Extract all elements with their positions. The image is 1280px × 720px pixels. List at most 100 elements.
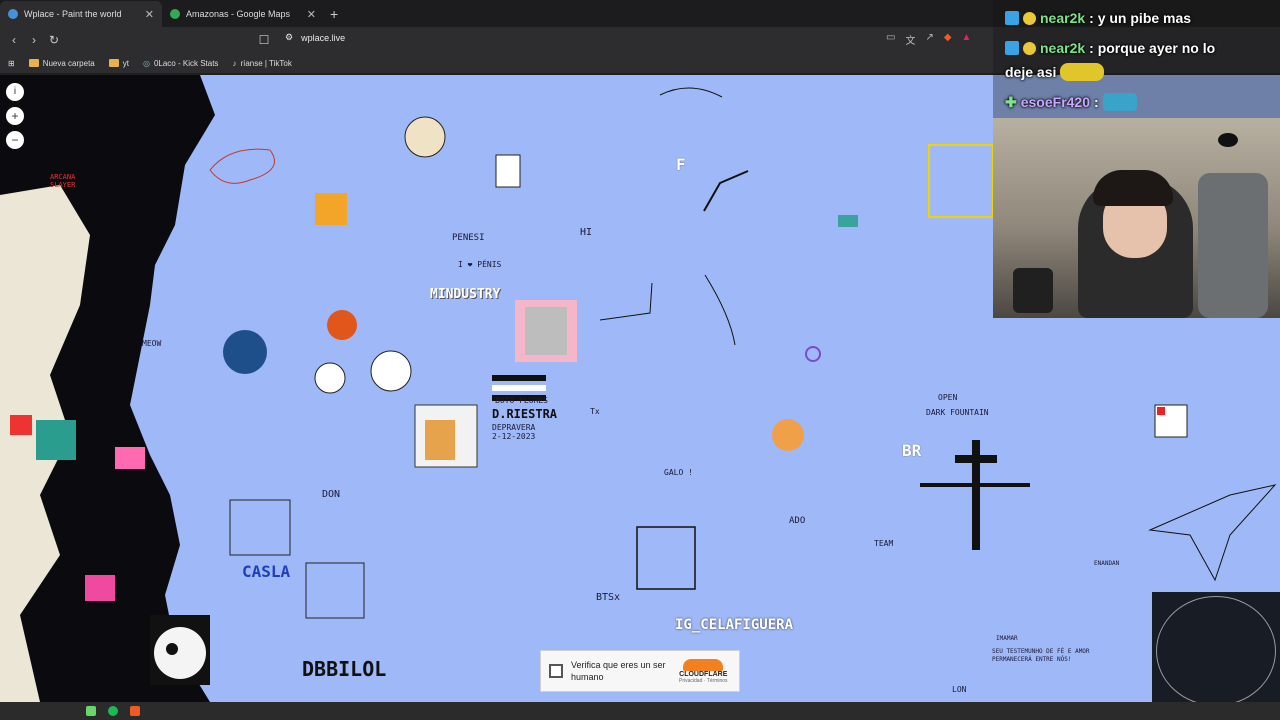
emote-icon [1102, 93, 1137, 111]
new-tab-icon[interactable]: + [330, 6, 338, 22]
canvas-label: BTSx [596, 592, 621, 603]
share-icon[interactable]: ↗ [925, 32, 933, 47]
taskbar-app-icon[interactable] [86, 706, 96, 716]
hair-shape [1093, 170, 1173, 206]
tiktok-icon: ♪ [232, 58, 237, 68]
level-badge-icon [1023, 11, 1036, 25]
zoom-out-icon[interactable]: − [6, 131, 24, 149]
canvas-label: PENESI [452, 233, 485, 243]
canvas-label: SEU TESTEMUNHO DE FÉ E AMOR [992, 648, 1090, 655]
emote-icon [1060, 63, 1105, 81]
canvas-label: CASLA [242, 562, 291, 581]
screen: Wplace - Paint the world ✕ Amazonas - Go… [0, 0, 1280, 720]
canvas-label: IMAMAR [996, 635, 1018, 642]
bookmark-nueva-carpeta[interactable]: Nueva carpeta [28, 59, 95, 68]
zoom-in-icon[interactable]: + [6, 107, 24, 125]
stream-chat-overlay: near2k : y un pibe mas near2k : porque a… [993, 0, 1280, 118]
tab-wplace[interactable]: Wplace - Paint the world ✕ [0, 1, 162, 27]
translate-icon[interactable]: 文 [905, 32, 915, 47]
cloudflare-logo-icon [683, 658, 724, 671]
address-bar[interactable]: ⚙ wplace.live [285, 32, 345, 43]
chat-username: near2k [1040, 40, 1086, 56]
url-text: wplace.live [301, 32, 346, 43]
site-info-icon[interactable]: ⚙ [285, 32, 293, 43]
canvas-label: MINDUSTRY [430, 287, 501, 302]
canvas-label: HI [580, 227, 593, 238]
chat-username: near2k [1040, 10, 1086, 26]
apps-grid-icon[interactable]: ⊞ [8, 59, 15, 68]
canvas-label: DBBILOL [302, 657, 387, 681]
tab-title: Wplace - Paint the world [24, 9, 122, 19]
wplace-favicon-icon [8, 9, 18, 19]
screen-icon[interactable]: ▭ [886, 32, 895, 47]
canvas-label: D.RIESTRA [492, 407, 558, 421]
canvas-label: LON [952, 685, 967, 694]
human-verification-checkbox[interactable] [549, 664, 563, 678]
map-controls: i + − [6, 83, 24, 149]
chat-username: esoeFr420 [1020, 94, 1091, 110]
tab-google-maps[interactable]: Amazonas - Google Maps ✕ [162, 1, 324, 27]
canvas-label: DARK FOUNTAIN [926, 408, 989, 417]
cloudflare-brand: CLOUDFLARE [679, 670, 728, 678]
brave-icon[interactable] [130, 706, 140, 716]
maps-favicon-icon [170, 9, 180, 19]
canvas-label: OPEN [938, 393, 958, 402]
tab-title: Amazonas - Google Maps [186, 9, 291, 19]
streamer-webcam [993, 118, 1280, 318]
canvas-label: IG_CELAFIGUERA [675, 617, 794, 633]
canvas-label: DEPRAVERA [492, 423, 536, 432]
canvas-label: BR [902, 441, 922, 460]
info-icon[interactable]: i [6, 83, 24, 101]
close-tab-icon[interactable]: ✕ [307, 8, 316, 21]
spotify-icon[interactable] [108, 706, 118, 716]
kick-icon: ◎ [142, 58, 150, 68]
canvas-label: DON [322, 489, 341, 500]
chat-message: deje asi [1005, 63, 1105, 81]
canvas-label: I ❤ PÉNIS [458, 260, 502, 269]
chat-message: near2k : y un pibe mas [1005, 10, 1191, 26]
chat-text: deje asi [1005, 64, 1057, 80]
rewards-icon[interactable]: ▲ [962, 32, 972, 47]
chat-text: : y un pibe mas [1089, 10, 1192, 26]
spider-decoration-icon [1218, 133, 1238, 147]
plus-badge-icon: ✚ [1005, 93, 1017, 110]
canvas-label: MEOW [142, 339, 162, 348]
canvas-label: PERMANECERÁ ENTRE NÓS! [992, 656, 1072, 663]
reload-icon[interactable]: ↻ [44, 33, 64, 47]
cloudflare-widget: Verifica que eres un ser humano CLOUDFLA… [540, 650, 740, 692]
level-badge-icon [1023, 41, 1036, 55]
chair-shape [1198, 173, 1268, 318]
toolbar-icons: ▭ 文 ↗ ◆ ▲ [886, 32, 971, 47]
cloudflare-branding: CLOUDFLARE Privacidad · Términos [679, 658, 728, 684]
canvas-label: ARCANA [50, 173, 76, 181]
canvas-label: ENANDAN [1094, 560, 1120, 567]
radar-circle-icon [1156, 596, 1276, 706]
canvas-label: SLAYER [50, 181, 76, 189]
chat-text: : [1094, 94, 1099, 110]
canvas-label: 2-12-2023 [492, 432, 536, 441]
subscriber-badge-icon [1005, 11, 1019, 25]
close-tab-icon[interactable]: ✕ [145, 8, 154, 21]
subscriber-badge-icon [1005, 41, 1019, 55]
bookmark-yt[interactable]: yt [108, 59, 129, 68]
cloudflare-links[interactable]: Privacidad · Términos [679, 678, 728, 684]
chat-text: : porque ayer no lo [1089, 40, 1216, 56]
taskbar [0, 702, 1280, 720]
mug-shape [1013, 268, 1053, 313]
bookmark-tiktok[interactable]: ♪ ríanse | TikTok [232, 59, 291, 68]
folder-icon [108, 59, 119, 67]
chat-message: ✚ esoeFr420 : [1005, 93, 1137, 111]
folder-icon [28, 59, 39, 67]
bookmark-icon[interactable]: ☐ [254, 33, 274, 47]
verification-label: Verifica que eres un ser humano [571, 660, 666, 682]
canvas-label: ADO [789, 516, 806, 526]
back-icon[interactable]: ‹ [4, 33, 24, 47]
canvas-label: Tx [590, 407, 600, 416]
bookmark-kick-stats[interactable]: ◎ 0Laco - Kick Stats [143, 59, 218, 68]
radar-overlay [1152, 592, 1280, 706]
brave-shield-icon[interactable]: ◆ [944, 32, 952, 47]
canvas-label: TEAM [874, 539, 894, 548]
forward-icon[interactable]: › [24, 33, 44, 47]
canvas-label: BOTO FLORES [495, 396, 548, 405]
chat-message: near2k : porque ayer no lo [1005, 40, 1215, 56]
